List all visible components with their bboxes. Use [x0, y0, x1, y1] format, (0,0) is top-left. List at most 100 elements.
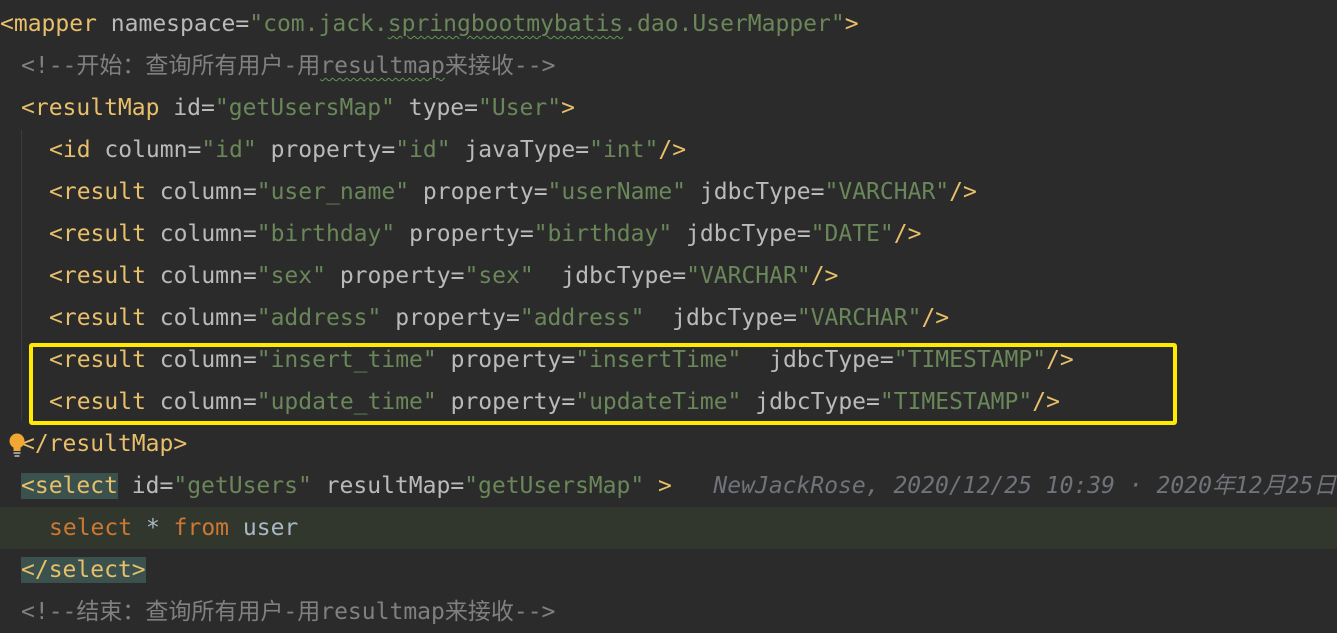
code-token: user [242, 515, 299, 541]
code-token: /> [921, 305, 950, 331]
code-token: resultmap [320, 53, 445, 79]
code-token: > [644, 473, 672, 499]
code-token: <result [49, 221, 160, 247]
code-token: jdbcType [644, 305, 783, 331]
code-line[interactable]: <!--开始：查询所有用户-用resultmap来接收--> [0, 45, 1337, 87]
code-line[interactable]: <select id="getUsers" resultMap="getUser… [0, 465, 1337, 507]
code-line[interactable]: <id column="id" property="id" javaType="… [0, 129, 1337, 171]
code-token: property [395, 221, 520, 247]
code-token: /> [810, 263, 839, 289]
code-token: = [575, 137, 590, 163]
code-token: "id" [395, 137, 451, 163]
code-token: "address" [519, 305, 645, 331]
code-token: "int" [589, 137, 659, 163]
code-token: = [796, 221, 811, 247]
code-token: /> [949, 179, 977, 205]
code-token: = [672, 263, 687, 289]
code-token: = [782, 305, 797, 331]
code-token: = [519, 221, 534, 247]
code-token: "user_name" [256, 179, 410, 205]
code-line[interactable]: <result column="sex" property="sex" jdbc… [0, 255, 1337, 297]
code-token: = [242, 263, 257, 289]
code-line[interactable]: <result column="address" property="addre… [0, 297, 1337, 339]
code-token: = [810, 179, 825, 205]
code-token: column [159, 221, 243, 247]
code-token: select [49, 515, 146, 541]
indent-guide [21, 130, 22, 420]
code-token: "birthday" [533, 221, 673, 247]
code-token: <!--开始：查询所有用户-用 [21, 53, 321, 79]
code-line[interactable]: <mapper namespace="com.jack.springbootmy… [0, 3, 1337, 45]
code-token: <result [49, 179, 160, 205]
code-token: <select [21, 473, 118, 499]
code-token: namespace [110, 11, 236, 37]
code-token: "User" [478, 95, 562, 121]
code-token: <result [49, 263, 160, 289]
code-token: column [159, 263, 243, 289]
code-token: = [464, 95, 479, 121]
code-token: property [256, 137, 382, 163]
code-token: = [242, 305, 257, 331]
code-token: > [844, 11, 859, 37]
code-token: "com.jack. [249, 11, 388, 37]
code-token: column [159, 305, 243, 331]
code-token: "getUsers" [173, 473, 312, 499]
code-token: .dao.UserMapper" [623, 11, 845, 37]
code-token: = [235, 11, 250, 37]
code-token: /> [658, 137, 687, 163]
code-token: "sex" [464, 263, 534, 289]
code-token: /> [893, 221, 922, 247]
code-token: NewJackRose, 2020/12/25 10:39 · 2020年12月… [671, 473, 1337, 499]
code-line[interactable]: <result column="user_name" property="use… [0, 171, 1337, 213]
code-token: column [104, 137, 188, 163]
code-token: type [394, 95, 465, 121]
code-token: resultMap [311, 473, 451, 499]
code-token: springbootmybatis [387, 11, 624, 37]
code-token: "birthday" [256, 221, 396, 247]
code-token: property [409, 179, 534, 205]
lightbulb-icon[interactable] [8, 432, 26, 458]
code-token: column [159, 179, 243, 205]
code-token: javaType [450, 137, 576, 163]
code-token: = [187, 137, 202, 163]
code-token: "sex" [256, 263, 326, 289]
code-line[interactable]: select * from user [0, 507, 1337, 549]
code-line[interactable]: </select> [0, 549, 1337, 591]
code-token: property [381, 305, 506, 331]
code-token: <mapper [0, 11, 111, 37]
code-line[interactable]: <!--结束：查询所有用户-用resultmap来接收--> [0, 591, 1337, 633]
code-token: "address" [256, 305, 382, 331]
code-token: * [145, 515, 174, 541]
code-token: = [159, 473, 174, 499]
code-token: jdbcType [686, 179, 811, 205]
code-token: id [173, 95, 202, 121]
code-token: "VARCHAR" [686, 263, 811, 289]
code-token: "DATE" [810, 221, 894, 247]
code-line[interactable]: </resultMap> [0, 423, 1337, 465]
code-token: id [117, 473, 160, 499]
code-token: = [242, 179, 257, 205]
code-token: = [450, 473, 465, 499]
code-token: = [505, 305, 520, 331]
code-token: </resultMap> [21, 431, 188, 457]
code-token: jdbcType [533, 263, 673, 289]
code-token: "userName" [547, 179, 687, 205]
code-token: <result [49, 305, 160, 331]
highlight-box [29, 343, 1177, 425]
code-token: = [450, 263, 465, 289]
code-token: = [533, 179, 548, 205]
code-token: "VARCHAR" [824, 179, 950, 205]
code-token: from [173, 515, 243, 541]
code-line[interactable]: <resultMap id="getUsersMap" type="User"> [0, 87, 1337, 129]
code-token: "getUsersMap" [464, 473, 645, 499]
code-token: property [325, 263, 451, 289]
code-token: <!--结束：查询所有用户-用resultmap来接收--> [21, 599, 556, 625]
code-token: <id [49, 137, 105, 163]
code-token: "id" [201, 137, 257, 163]
code-line[interactable]: <result column="birthday" property="birt… [0, 213, 1337, 255]
code-token: </select> [21, 557, 146, 583]
code-token: > [561, 95, 575, 121]
code-token: jdbcType [672, 221, 797, 247]
code-token: "VARCHAR" [796, 305, 922, 331]
code-token: = [242, 221, 257, 247]
